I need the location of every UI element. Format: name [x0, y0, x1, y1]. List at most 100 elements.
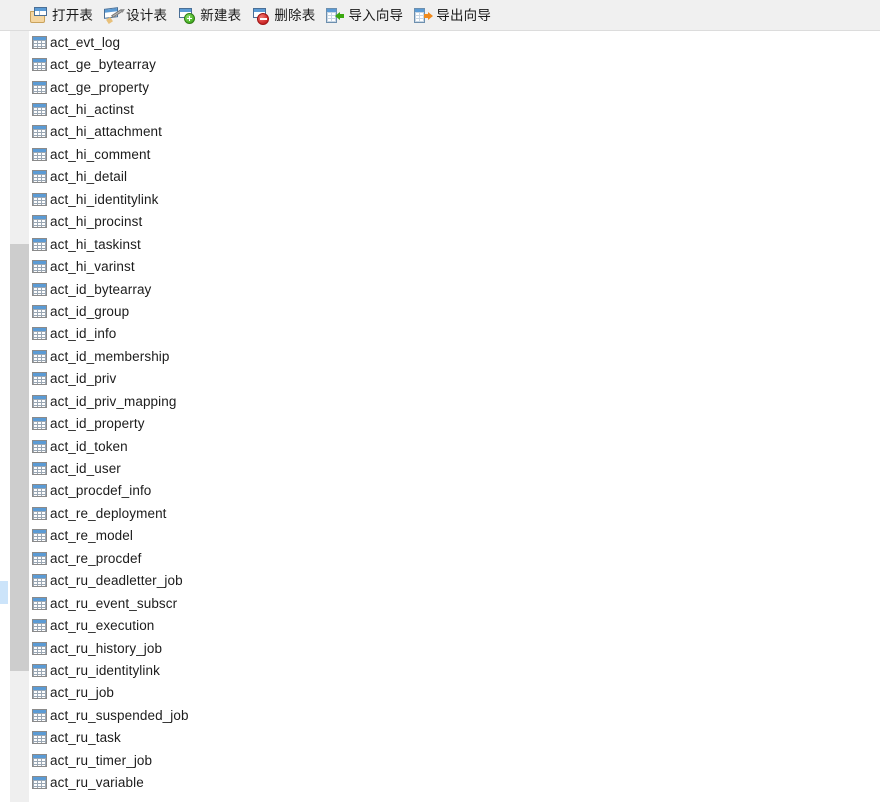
list-item-label: act_hi_detail	[50, 169, 128, 185]
list-item-label: act_hi_comment	[50, 146, 151, 162]
table-icon	[32, 506, 47, 520]
table-icon	[32, 35, 47, 49]
list-item-label: act_hi_attachment	[50, 124, 163, 140]
design-table-icon	[104, 6, 123, 24]
table-icon	[32, 215, 47, 229]
table-icon	[32, 574, 47, 588]
list-item[interactable]: act_re_model	[0, 525, 880, 547]
list-item[interactable]: act_ru_history_job	[0, 637, 880, 659]
table-icon	[32, 731, 47, 745]
list-item-label: act_id_priv_mapping	[50, 393, 177, 409]
list-item[interactable]: act_id_user	[0, 457, 880, 479]
table-icon	[32, 417, 47, 431]
list-item[interactable]: act_hi_attachment	[0, 121, 880, 143]
list-item[interactable]: act_id_token	[0, 435, 880, 457]
list-item-label: act_procdef_info	[50, 483, 152, 499]
list-item[interactable]: act_id_priv	[0, 368, 880, 390]
table-icon	[32, 192, 47, 206]
table-icon	[32, 282, 47, 296]
list-item-label: act_ru_deadletter_job	[50, 573, 183, 589]
list-item-label: act_ge_property	[50, 79, 150, 95]
list-item-label: act_re_deployment	[50, 505, 167, 521]
list-item[interactable]: act_re_deployment	[0, 502, 880, 524]
list-item-label: act_hi_taskinst	[50, 236, 141, 252]
import-wizard-icon	[326, 7, 345, 24]
list-item[interactable]: act_ru_event_subscr	[0, 592, 880, 614]
import-wizard-label: 导入向导	[348, 7, 404, 23]
table-icon	[32, 686, 47, 700]
table-icon	[32, 619, 47, 633]
list-item[interactable]: act_ru_deadletter_job	[0, 570, 880, 592]
list-item[interactable]: act_ru_timer_job	[0, 749, 880, 771]
table-icon	[32, 776, 47, 790]
list-item[interactable]: act_hi_procinst	[0, 211, 880, 233]
list-item[interactable]: act_re_procdef	[0, 547, 880, 569]
new-table-label: 新建表	[200, 7, 242, 23]
list-item-label: act_id_info	[50, 326, 117, 342]
list-item[interactable]: act_id_priv_mapping	[0, 390, 880, 412]
design-table-button[interactable]: 设计表	[104, 3, 167, 27]
export-wizard-button[interactable]: 导出向导	[414, 3, 491, 27]
list-item-label: act_id_user	[50, 461, 121, 477]
list-item-label: act_ru_event_subscr	[50, 595, 178, 611]
list-item[interactable]: act_hi_identitylink	[0, 188, 880, 210]
list-item[interactable]: act_id_membership	[0, 345, 880, 367]
list-item-label: act_hi_varinst	[50, 259, 135, 275]
new-table-button[interactable]: 新建表	[178, 3, 241, 27]
table-icon	[32, 551, 47, 565]
list-item[interactable]: act_ru_task	[0, 727, 880, 749]
import-wizard-button[interactable]: 导入向导	[326, 3, 403, 27]
list-item[interactable]: act_hi_actinst	[0, 98, 880, 120]
open-table-icon	[30, 6, 48, 24]
list-item[interactable]: act_ru_suspended_job	[0, 704, 880, 726]
table-icon	[32, 260, 47, 274]
list-item[interactable]: act_id_group	[0, 300, 880, 322]
list-item[interactable]: act_ru_variable	[0, 771, 880, 793]
list-item-label: act_ru_identitylink	[50, 662, 160, 678]
table-icon	[32, 125, 47, 139]
list-item-label: act_ru_job	[50, 685, 115, 701]
list-item[interactable]: act_hi_taskinst	[0, 233, 880, 255]
table-icon	[32, 708, 47, 722]
list-item-label: act_id_membership	[50, 348, 170, 364]
vertical-scrollbar-thumb[interactable]	[10, 244, 29, 671]
list-item-label: act_hi_identitylink	[50, 191, 159, 207]
list-item-label: act_ru_suspended_job	[50, 707, 189, 723]
list-item[interactable]: act_hi_comment	[0, 143, 880, 165]
table-icon	[32, 170, 47, 184]
list-item[interactable]: act_hi_detail	[0, 166, 880, 188]
list-item-label: act_ru_execution	[50, 618, 155, 634]
table-toolbar: 打开表 设计表 新建表 删除表 导入向导 导出向导	[0, 0, 880, 31]
row-selection-marker	[0, 581, 8, 604]
table-icon	[32, 327, 47, 341]
design-table-label: 设计表	[126, 7, 168, 23]
delete-table-button[interactable]: 删除表	[252, 3, 315, 27]
list-item[interactable]: act_ge_bytearray	[0, 53, 880, 75]
table-icon	[32, 147, 47, 161]
list-item-label: act_id_priv	[50, 371, 117, 387]
list-item-label: act_hi_procinst	[50, 214, 143, 230]
list-item[interactable]: act_id_property	[0, 412, 880, 434]
list-item[interactable]: act_ru_execution	[0, 614, 880, 636]
list-item[interactable]: act_ru_identitylink	[0, 659, 880, 681]
list-item[interactable]: act_ge_property	[0, 76, 880, 98]
table-icon	[32, 103, 47, 117]
list-item[interactable]: act_id_info	[0, 323, 880, 345]
open-table-label: 打开表	[52, 7, 94, 23]
delete-table-icon	[252, 7, 270, 25]
open-table-button[interactable]: 打开表	[30, 3, 93, 27]
export-wizard-icon	[414, 7, 434, 24]
list-item[interactable]: act_ru_job	[0, 682, 880, 704]
list-item[interactable]: act_hi_varinst	[0, 255, 880, 277]
export-wizard-label: 导出向导	[436, 7, 492, 23]
list-item[interactable]: act_procdef_info	[0, 480, 880, 502]
list-item-label: act_id_group	[50, 303, 130, 319]
table-icon	[32, 484, 47, 498]
delete-table-label: 删除表	[274, 7, 316, 23]
list-item[interactable]: act_evt_log	[0, 31, 880, 53]
table-list[interactable]: act_evt_log act_ge_bytearray act_ge_proper…	[0, 31, 880, 802]
table-icon	[32, 349, 47, 363]
table-icon	[32, 753, 47, 767]
list-item[interactable]: act_id_bytearray	[0, 278, 880, 300]
table-icon	[32, 439, 47, 453]
